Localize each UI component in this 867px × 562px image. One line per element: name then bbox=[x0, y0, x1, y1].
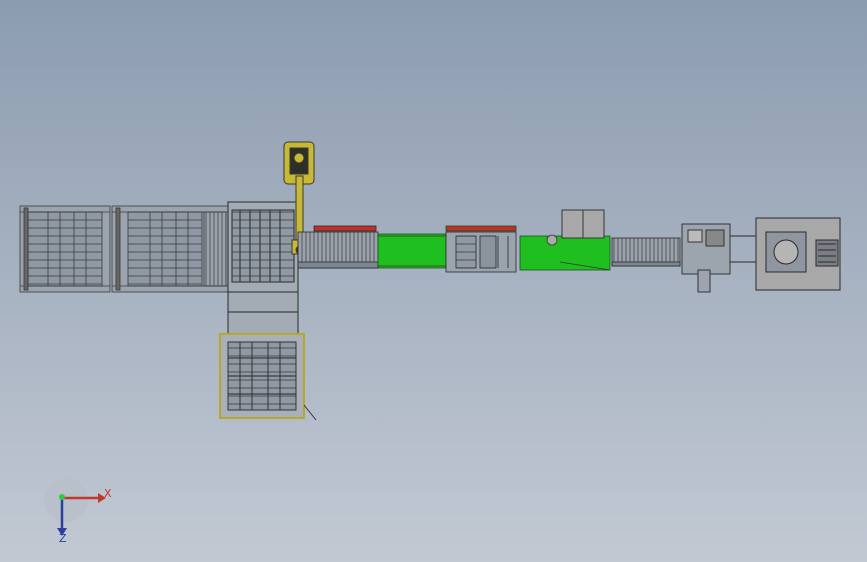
assembly-drawing: X Z bbox=[0, 0, 867, 562]
palletizer-cell-frame bbox=[227, 201, 299, 335]
middle-roller-conveyor bbox=[111, 205, 229, 293]
pallet-station bbox=[219, 333, 317, 421]
y-axis-dot bbox=[59, 494, 65, 500]
green-conveyor-2 bbox=[519, 234, 611, 271]
main-machine bbox=[755, 217, 841, 291]
x-axis-label: X bbox=[104, 487, 112, 500]
cad-viewport[interactable]: X Z bbox=[0, 0, 867, 562]
buffer-station bbox=[445, 231, 517, 273]
outfeed-roller-line bbox=[611, 237, 681, 267]
left-roller-conveyor bbox=[19, 205, 111, 293]
transfer-conveyor bbox=[297, 225, 379, 269]
z-axis-label: Z bbox=[59, 532, 67, 545]
carton-magazine bbox=[561, 209, 605, 239]
